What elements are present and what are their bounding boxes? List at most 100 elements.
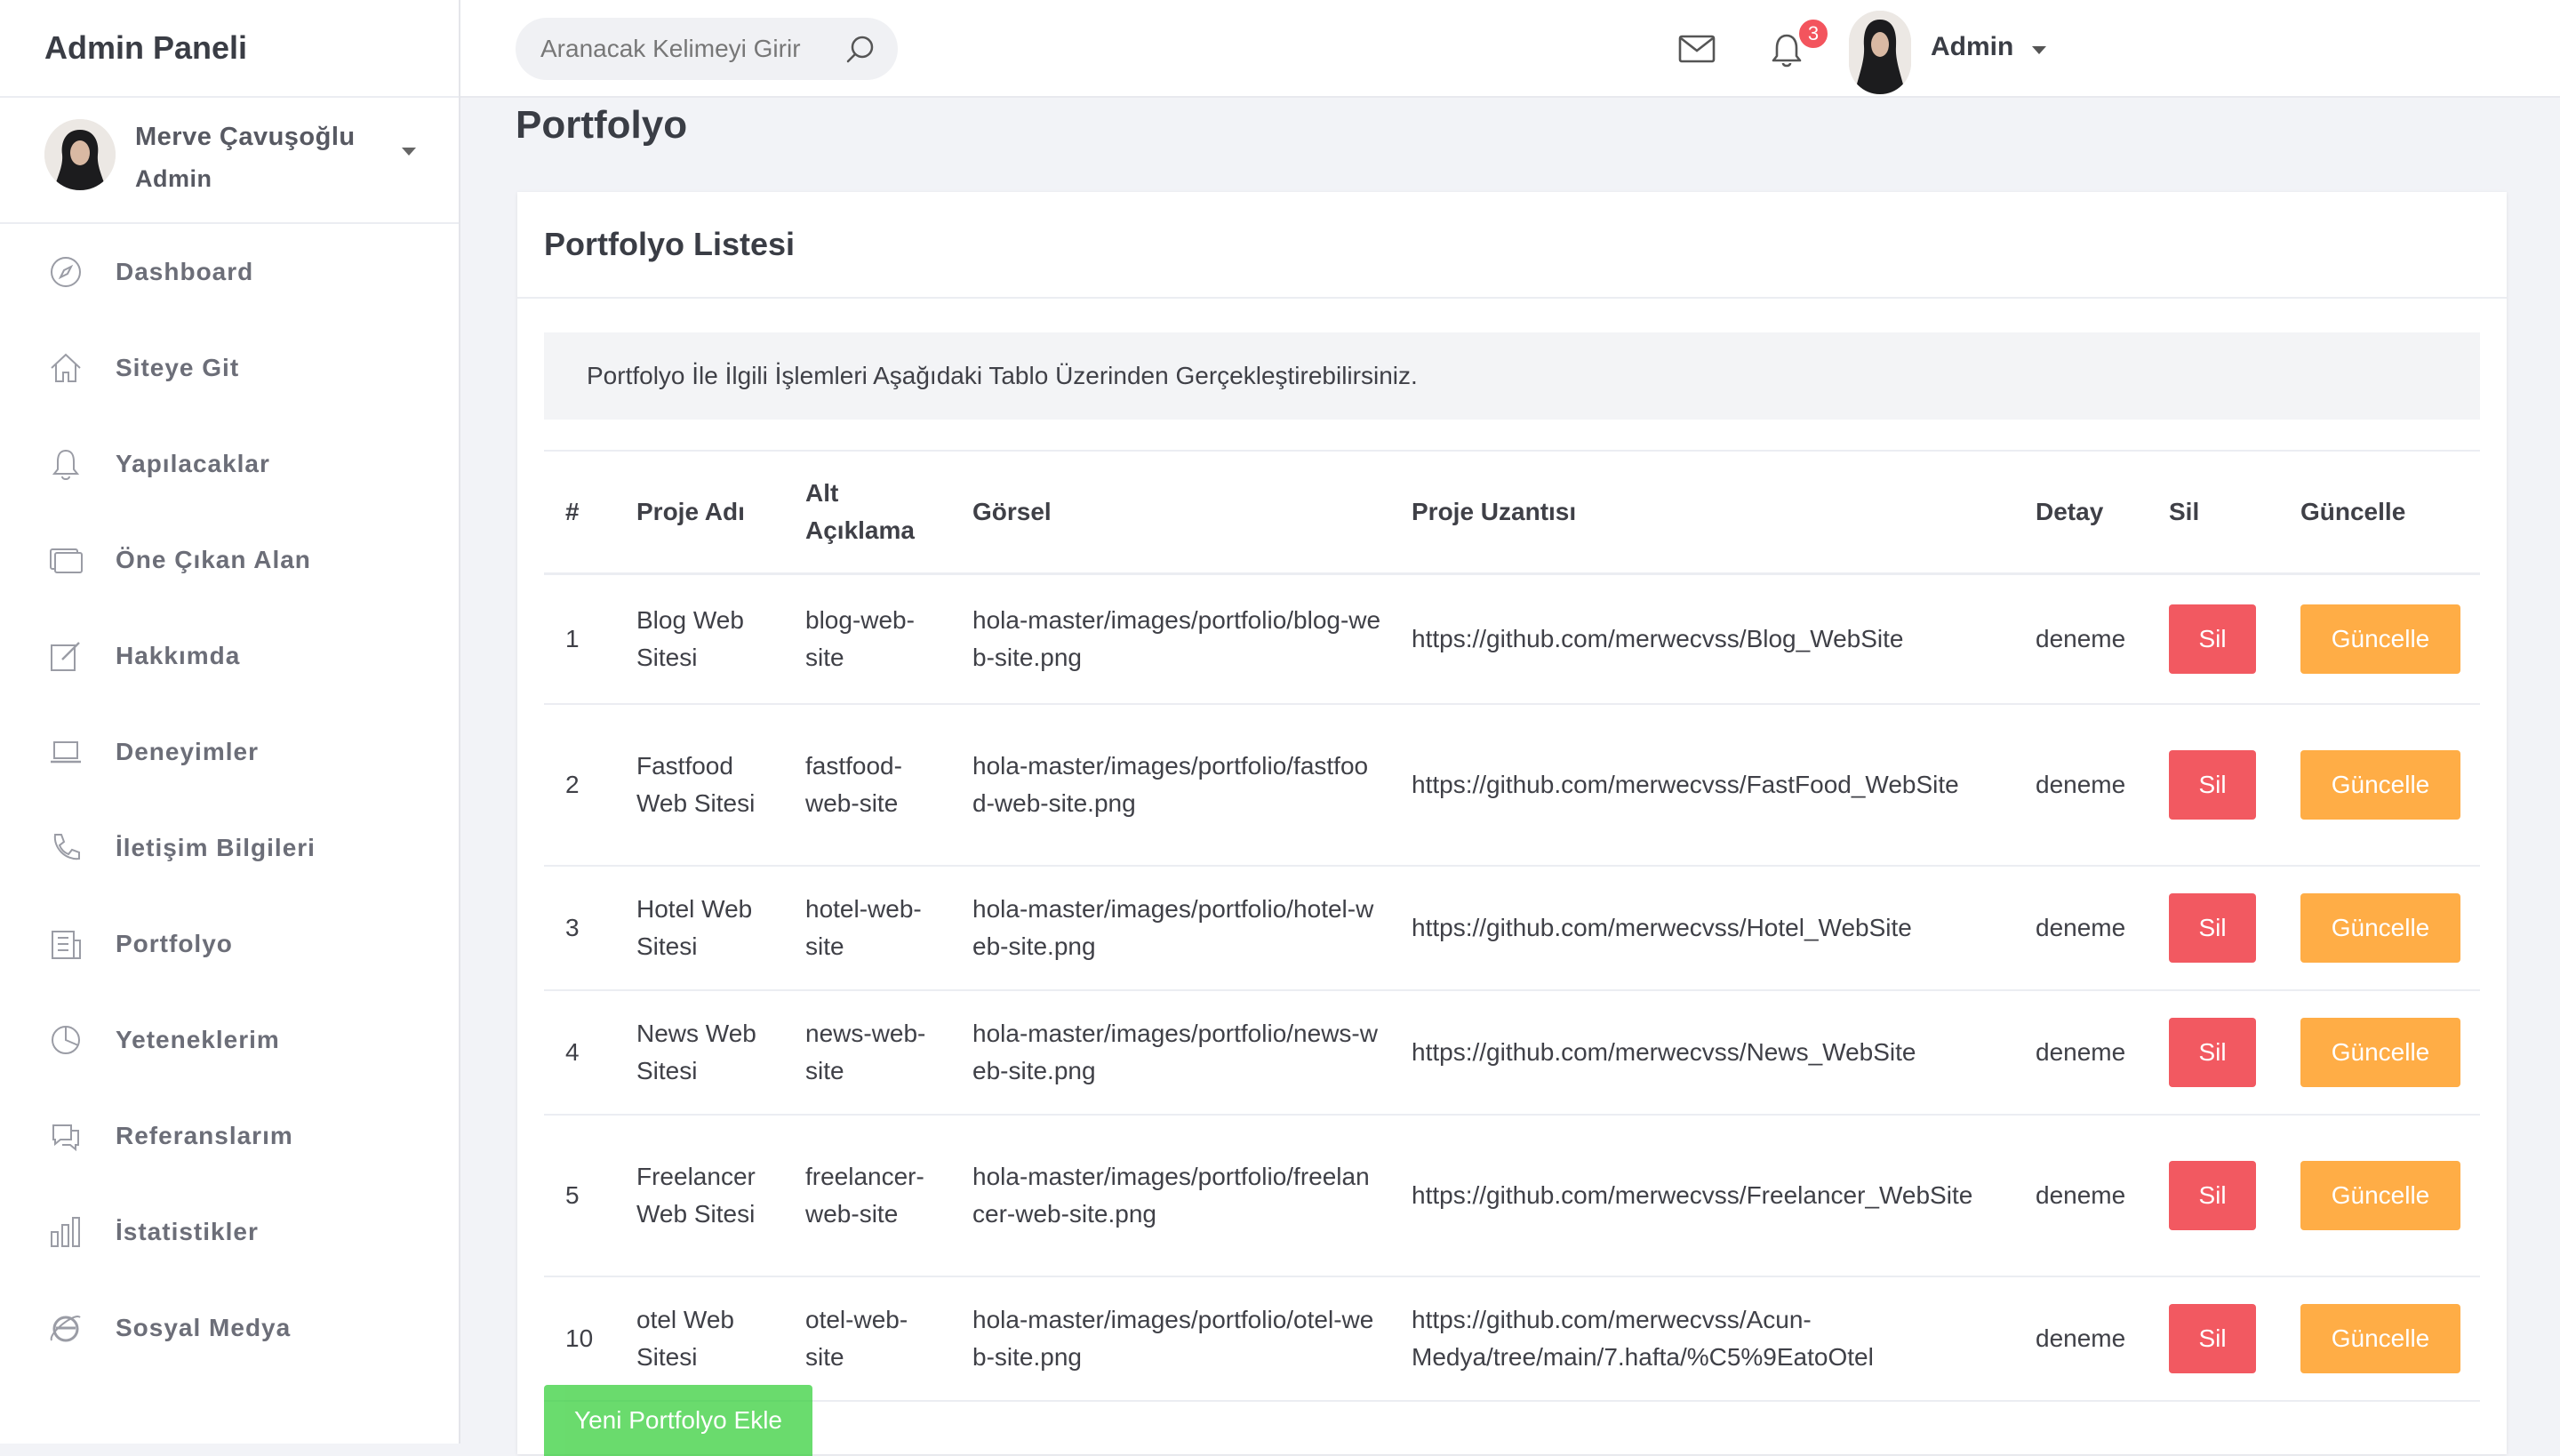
card-title: Portfolyo Listesi [517, 192, 2507, 299]
cell-delete: Sil [2148, 989, 2279, 1116]
avatar [44, 119, 116, 190]
avatar[interactable] [1849, 11, 1911, 94]
table-header-row: # Proje Adı Alt Açıklama Görsel Proje Uz… [544, 450, 2480, 575]
sidebar-item-label: Yeteneklerim [116, 1026, 280, 1053]
notification-badge: 3 [1797, 18, 1829, 50]
sidebar-item-sosyal-medya[interactable]: Sosyal Medya [0, 1280, 459, 1376]
sidebar-item-label: Sosyal Medya [116, 1314, 292, 1341]
info-alert: Portfolyo İle İlgili İşlemleri Aşağıdaki… [544, 332, 2480, 420]
cell-delete: Sil [2148, 1114, 2279, 1277]
bell-icon [48, 446, 84, 482]
sidebar-item-yeteneklerim[interactable]: Yeteneklerim [0, 992, 459, 1088]
cell-alt: fastfood-web-site [784, 703, 951, 867]
sidebar-item-i-leti-im-bilgileri[interactable]: İletişim Bilgileri [0, 800, 459, 896]
search-input[interactable] [539, 34, 844, 64]
col-header-id: # [544, 450, 615, 575]
col-header-update: Güncelle [2279, 450, 2480, 575]
user-name: Merve Çavuşoğlu [135, 123, 356, 151]
cell-url: https://github.com/merwecvss/Hotel_WebSi… [1390, 865, 2014, 991]
cell-url: https://github.com/merwecvss/Freelancer_… [1390, 1114, 2014, 1277]
sidebar-item-referanslar-m[interactable]: Referanslarım [0, 1088, 459, 1184]
cell-detail: deneme [2014, 573, 2148, 705]
cell-id: 4 [544, 989, 615, 1116]
cell-alt: news-web-site [784, 989, 951, 1116]
sidebar-item-deneyimler[interactable]: Deneyimler [0, 704, 459, 800]
sidebar-item--ne-kan-alan[interactable]: Öne Çıkan Alan [0, 512, 459, 608]
delete-button[interactable]: Sil [2169, 892, 2256, 963]
delete-button[interactable]: Sil [2169, 1303, 2256, 1373]
cell-id: 2 [544, 703, 615, 867]
page-title: Portfolyo [516, 103, 688, 147]
cell-id: 10 [544, 1276, 615, 1402]
user-role: Admin [135, 165, 212, 192]
top-user-name[interactable]: Admin [1931, 32, 2013, 62]
update-button[interactable]: Güncelle [2300, 749, 2460, 820]
update-button[interactable]: Güncelle [2300, 604, 2460, 674]
cell-id: 1 [544, 573, 615, 705]
delete-button[interactable]: Sil [2169, 1017, 2256, 1087]
table-row: 1 Blog Web Sitesi blog-web-site hola-master… [544, 573, 2480, 705]
update-button[interactable]: Güncelle [2300, 892, 2460, 963]
chat-icon [48, 1118, 84, 1154]
cell-name: News Web Sitesi [615, 989, 784, 1116]
bar-chart-icon [48, 1214, 84, 1250]
col-header-delete: Sil [2148, 450, 2279, 575]
update-button[interactable]: Güncelle [2300, 1160, 2460, 1230]
portfolio-table: # Proje Adı Alt Açıklama Görsel Proje Uz… [544, 450, 2480, 1402]
topbar [460, 0, 2560, 98]
cell-name: Hotel Web Sitesi [615, 865, 784, 991]
building-icon [48, 926, 84, 962]
cell-image: hola-master/images/portfolio/blog-web-si… [951, 573, 1390, 705]
cell-name: otel Web Sitesi [615, 1276, 784, 1402]
sidebar-item-siteye-git[interactable]: Siteye Git [0, 320, 459, 416]
cell-alt: freelancer-web-site [784, 1114, 951, 1277]
cell-id: 3 [544, 865, 615, 991]
delete-button[interactable]: Sil [2169, 604, 2256, 674]
add-portfolio-button[interactable]: Yeni Portfolyo Ekle [544, 1385, 812, 1456]
monitor-icon [48, 542, 84, 578]
sidebar-item-i-statistikler[interactable]: İstatistikler [0, 1184, 459, 1280]
delete-button[interactable]: Sil [2169, 749, 2256, 820]
sidebar-item-portfolyo[interactable]: Portfolyo [0, 896, 459, 992]
pie-chart-icon [48, 1022, 84, 1058]
compass-icon [48, 254, 84, 290]
cell-url: https://github.com/merwecvss/Acun-Medya/… [1390, 1276, 2014, 1402]
sidebar-item-label: İstatistikler [116, 1218, 259, 1245]
search-icon[interactable] [844, 34, 876, 66]
mail-icon[interactable] [1678, 34, 1716, 64]
sidebar-item-label: Portfolyo [116, 930, 233, 957]
cell-update: Güncelle [2279, 865, 2480, 991]
chevron-down-icon[interactable] [2032, 46, 2046, 54]
sidebar-item-label: Siteye Git [116, 354, 240, 381]
cell-alt: otel-web-site [784, 1276, 951, 1402]
cell-delete: Sil [2148, 703, 2279, 867]
cell-update: Güncelle [2279, 703, 2480, 867]
cell-update: Güncelle [2279, 573, 2480, 705]
table-row: 2 Fastfood Web Sitesi fastfood-web-site hol… [544, 703, 2480, 867]
update-button[interactable]: Güncelle [2300, 1017, 2460, 1087]
ie-icon [48, 1310, 84, 1346]
delete-button[interactable]: Sil [2169, 1160, 2256, 1230]
cell-name: Freelancer Web Sitesi [615, 1114, 784, 1277]
cell-image: hola-master/images/portfolio/news-web-si… [951, 989, 1390, 1116]
cell-image: hola-master/images/portfolio/freelancer-… [951, 1114, 1390, 1277]
col-header-image: Görsel [951, 450, 1390, 575]
col-header-alt: Alt Açıklama [784, 450, 951, 575]
chevron-down-icon[interactable] [402, 148, 416, 156]
sidebar-item-label: Deneyimler [116, 738, 259, 765]
sidebar-item-label: İletişim Bilgileri [116, 834, 316, 861]
cell-detail: deneme [2014, 865, 2148, 991]
cell-image: hola-master/images/portfolio/hotel-web-s… [951, 865, 1390, 991]
cell-name: Blog Web Sitesi [615, 573, 784, 705]
sidebar-item-yap-lacaklar[interactable]: Yapılacaklar [0, 416, 459, 512]
col-header-url: Proje Uzantısı [1390, 450, 2014, 575]
sidebar-item-dashboard[interactable]: Dashboard [0, 224, 459, 320]
user-profile[interactable]: Merve Çavuşoğlu Admin [0, 98, 459, 224]
sidebar-item-hakk-mda[interactable]: Hakkımda [0, 608, 459, 704]
cell-alt: blog-web-site [784, 573, 951, 705]
sidebar: Admin Paneli Merve Çavuşoğlu Admin Dashb… [0, 0, 460, 1444]
update-button[interactable]: Güncelle [2300, 1303, 2460, 1373]
portfolio-card: Portfolyo Listesi Portfolyo İle İlgili İ… [517, 192, 2507, 1456]
sidebar-item-label: Dashboard [116, 258, 254, 285]
table-row: 5 Freelancer Web Sitesi freelancer-web-sit… [544, 1114, 2480, 1277]
